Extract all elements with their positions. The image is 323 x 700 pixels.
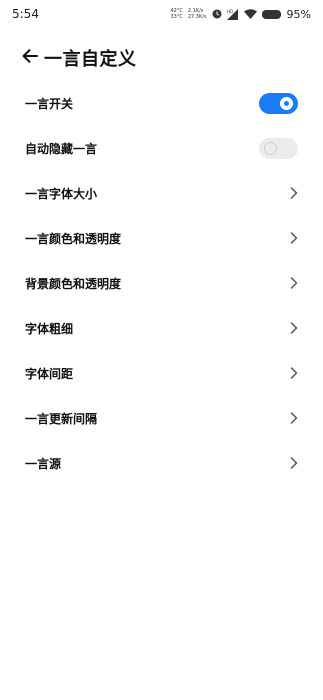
page-title: 一言自定义: [44, 49, 137, 70]
setting-letter-spacing[interactable]: 字体间距: [0, 351, 323, 396]
setting-update-interval[interactable]: 一言更新间隔: [0, 396, 323, 441]
wifi-icon: [243, 9, 257, 19]
chevron-right-icon: [290, 322, 298, 334]
hitokoto-switch-toggle[interactable]: [259, 93, 298, 114]
back-arrow-icon[interactable]: [20, 46, 40, 66]
setting-font-weight[interactable]: 字体粗细: [0, 306, 323, 351]
setting-label: 一言更新间隔: [25, 412, 98, 426]
auto-hide-toggle[interactable]: [259, 138, 298, 159]
toggle-knob: [280, 97, 293, 110]
setting-auto-hide[interactable]: 自动隐藏一言: [0, 126, 323, 171]
setting-label: 一言颜色和透明度: [25, 232, 122, 246]
setting-label: 字体粗细: [25, 322, 74, 336]
setting-background-color[interactable]: 背景颜色和透明度: [0, 261, 323, 306]
setting-label: 一言源: [25, 457, 62, 471]
setting-label: 自动隐藏一言: [25, 142, 98, 156]
settings-list: 一言开关 自动隐藏一言 一言字体大小 一言颜色和透明度 背景颜色和透明度 字体粗…: [0, 81, 323, 486]
chevron-right-icon: [290, 277, 298, 289]
chevron-right-icon: [290, 367, 298, 379]
battery-temperature: 33°C: [170, 14, 183, 20]
network-badge: HD: [227, 9, 233, 14]
temperature-readout: 42°C 33°C: [170, 8, 182, 20]
setting-label: 背景颜色和透明度: [25, 277, 122, 291]
network-speed-readout: 2.1K/s 27.3K/s: [188, 8, 207, 20]
chevron-right-icon: [290, 232, 298, 244]
header: 一言自定义: [0, 38, 323, 74]
battery-icon: [261, 9, 282, 19]
setting-label: 一言字体大小: [25, 187, 98, 201]
status-bar: 5:54 42°C 33°C 2.1K/s 27.3K/s HD 95%: [0, 0, 323, 28]
setting-hitokoto-switch[interactable]: 一言开关: [0, 81, 323, 126]
setting-font-size[interactable]: 一言字体大小: [0, 171, 323, 216]
status-time: 5:54: [12, 7, 39, 21]
status-indicators: 42°C 33°C 2.1K/s 27.3K/s HD 95%: [170, 6, 311, 22]
download-speed: 27.3K/s: [187, 14, 207, 20]
alarm-clock-icon: [212, 9, 222, 19]
setting-text-color[interactable]: 一言颜色和透明度: [0, 216, 323, 261]
setting-label: 一言开关: [25, 97, 74, 111]
battery-percent: 95%: [286, 7, 311, 21]
setting-source[interactable]: 一言源: [0, 441, 323, 486]
chevron-right-icon: [290, 187, 298, 199]
chevron-right-icon: [290, 457, 298, 469]
cellular-signal-icon: HD: [226, 8, 239, 20]
setting-label: 字体间距: [25, 367, 74, 381]
chevron-right-icon: [290, 412, 298, 424]
toggle-knob: [264, 142, 277, 155]
